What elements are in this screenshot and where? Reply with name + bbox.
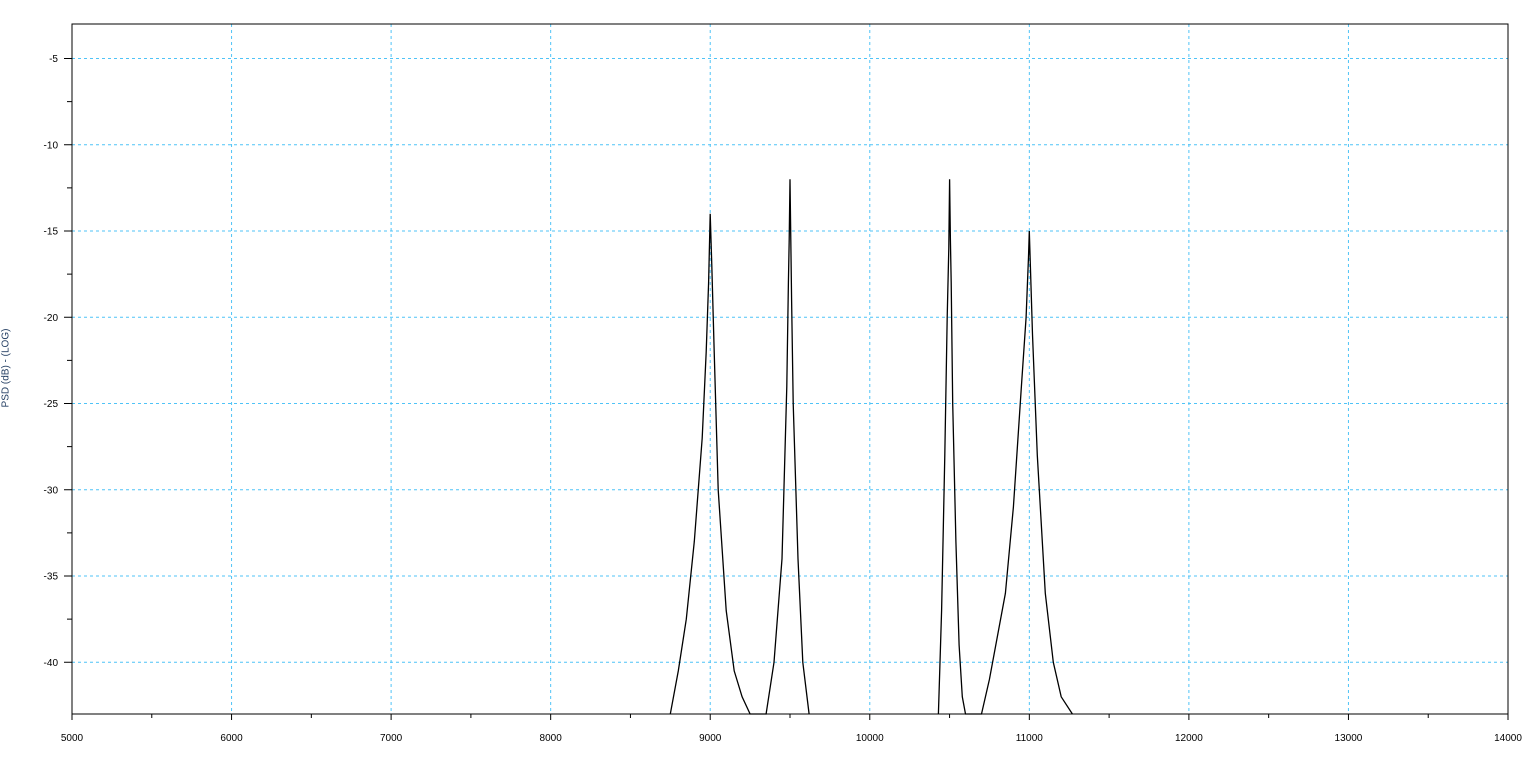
y-tick-label: -20 bbox=[44, 313, 59, 324]
y-tick-label: -10 bbox=[44, 140, 59, 151]
y-tick-label: -15 bbox=[44, 227, 59, 238]
psd-chart: 5000 6000 7000 8000 9000 10000 11000 12000 13000… bbox=[0, 0, 1536, 761]
y-axis-label: PSD (dB) - (LOG) bbox=[0, 328, 12, 408]
x-tick-label: 12000 bbox=[1175, 733, 1203, 744]
x-tick-label: 5000 bbox=[61, 733, 84, 744]
x-tick-label: 6000 bbox=[220, 733, 243, 744]
x-tick-label: 10000 bbox=[856, 733, 884, 744]
x-tick-label: 14000 bbox=[1494, 733, 1522, 744]
x-tick-label: 8000 bbox=[540, 733, 563, 744]
x-tick-label: 13000 bbox=[1335, 733, 1363, 744]
y-tick-label: -40 bbox=[44, 658, 59, 669]
x-tick-label: 9000 bbox=[699, 733, 722, 744]
y-tick-label: -25 bbox=[44, 399, 59, 410]
plot-frame bbox=[71, 23, 1509, 715]
y-tick-label: -30 bbox=[44, 485, 59, 496]
y-tick-label: -5 bbox=[49, 54, 58, 65]
plot-area: 5000 6000 7000 8000 9000 10000 11000 12000 13000… bbox=[44, 23, 1522, 744]
x-tick-label: 11000 bbox=[1016, 733, 1044, 744]
psd-series-line bbox=[669, 179, 810, 715]
psd-series-line bbox=[937, 179, 1073, 715]
y-tick-label: -35 bbox=[44, 572, 59, 583]
x-tick-label: 7000 bbox=[380, 733, 403, 744]
